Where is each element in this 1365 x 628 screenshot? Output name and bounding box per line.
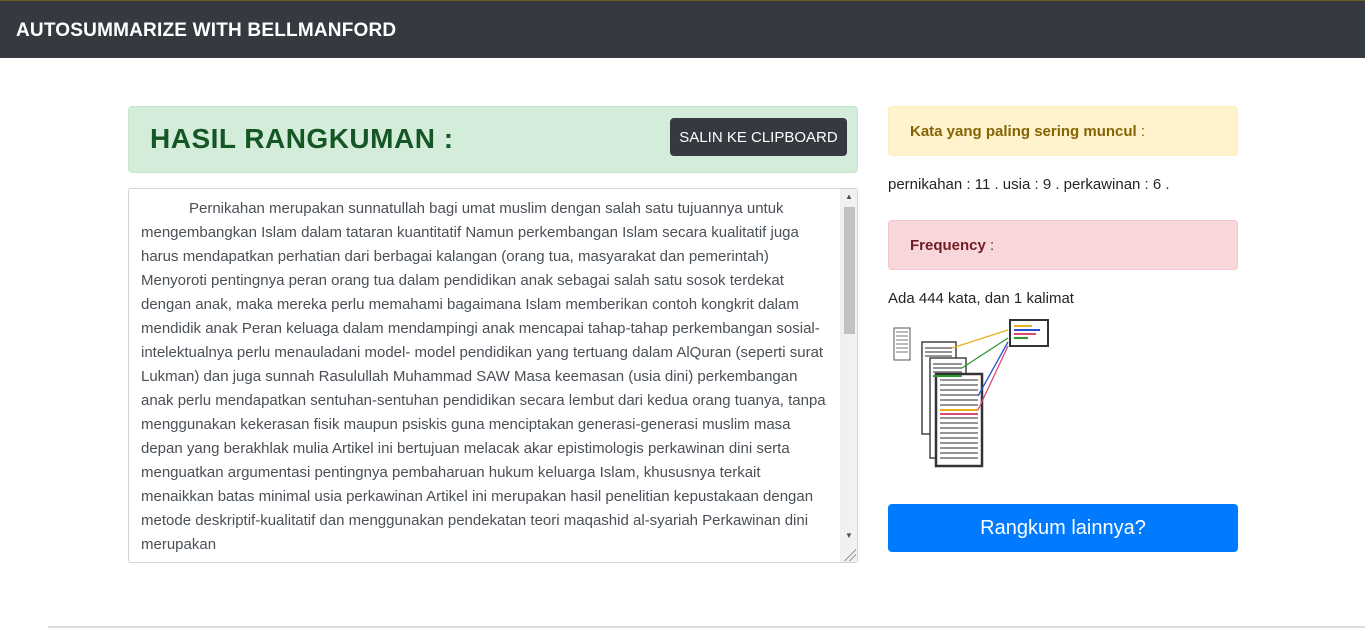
frequency-text: Ada 444 kata, dan 1 kalimat <box>888 290 1074 307</box>
navbar-brand[interactable]: AUTOSUMMARIZE WITH BELLMANFORD <box>16 20 396 42</box>
summary-textarea[interactable]: Pernikahan merupakan sunnatullah bagi um… <box>128 188 858 563</box>
copy-to-clipboard-button[interactable]: SALIN KE CLIPBOARD <box>670 118 847 156</box>
scroll-up-arrow-icon[interactable]: ▲ <box>845 192 853 201</box>
result-title: HASIL RANGKUMAN : <box>150 123 454 154</box>
navbar: AUTOSUMMARIZE WITH BELLMANFORD <box>0 0 1365 58</box>
frequent-words-alert: Kata yang paling sering muncul : <box>888 106 1238 156</box>
frequent-words-label: Kata yang paling sering muncul <box>910 123 1137 140</box>
summarize-again-button[interactable]: Rangkum lainnya? <box>888 504 1238 552</box>
frequent-words-colon: : <box>1136 123 1146 140</box>
summary-text: Pernikahan merupakan sunnatullah bagi um… <box>141 200 826 553</box>
scroll-down-arrow-icon[interactable]: ▼ <box>845 531 853 540</box>
frequency-colon: : <box>985 237 995 254</box>
frequent-words-text: pernikahan : 11 . usia : 9 . perkawinan … <box>888 176 1170 193</box>
document-summary-illustration-icon <box>893 319 1049 468</box>
frequency-alert: Frequency : <box>888 220 1238 270</box>
resize-grip-icon[interactable] <box>844 549 856 561</box>
summary-scrollbar[interactable]: ▲ ▼ <box>840 189 857 562</box>
scrollbar-thumb[interactable] <box>844 207 855 334</box>
result-header: HASIL RANGKUMAN : SALIN KE CLIPBOARD <box>128 106 858 173</box>
frequency-label: Frequency <box>910 237 986 254</box>
